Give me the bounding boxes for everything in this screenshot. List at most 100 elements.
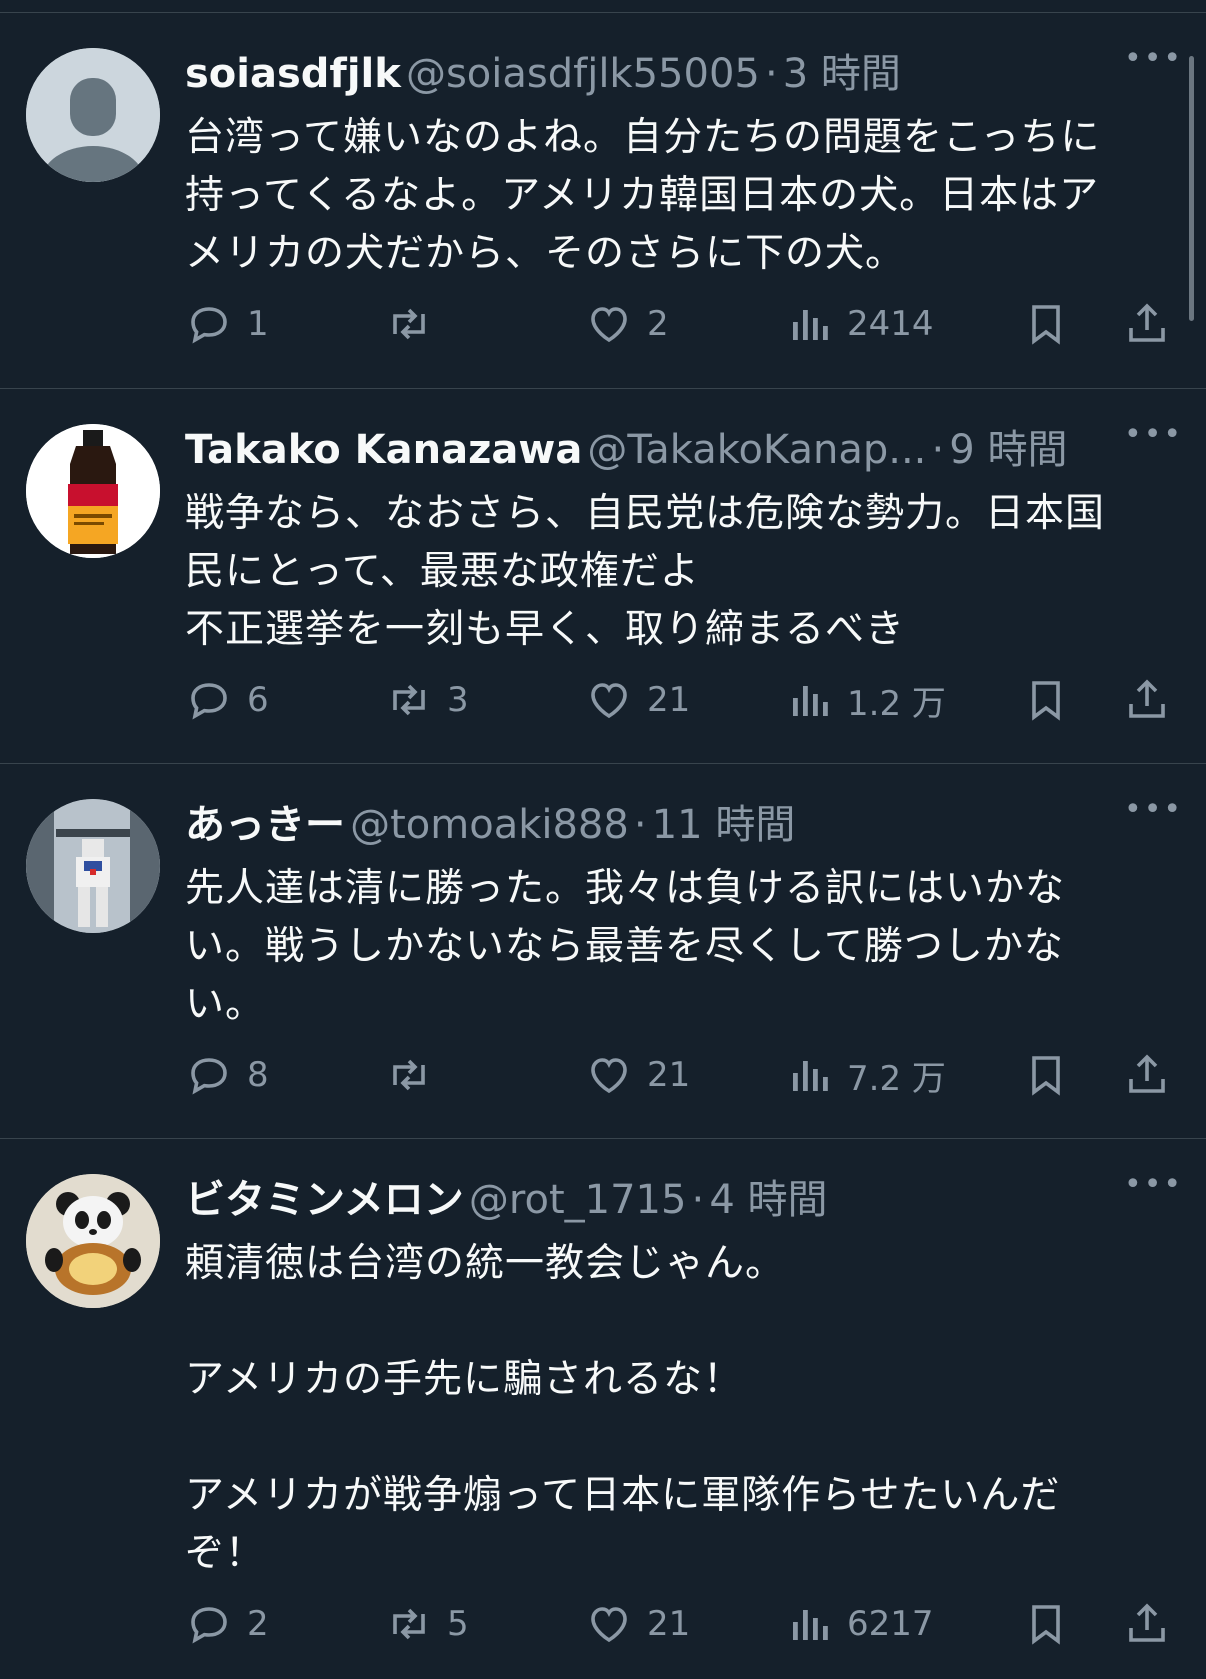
tweet-actions: 8 21 7.2 万 <box>185 1050 1176 1100</box>
reply-count: 6 <box>247 680 269 720</box>
retweet-icon <box>393 308 425 340</box>
tweet-text: 先人達は清に勝った。我々は負ける訳にはいかな い。戦うしかないなら最善を尽くして… <box>185 866 1066 1027</box>
more-icon[interactable]: ••• <box>1124 44 1181 74</box>
tweet-actions: 6 3 21 1.2 万 <box>185 675 1176 725</box>
bookmark-button[interactable] <box>1022 1599 1070 1649</box>
reply-icon <box>191 683 227 720</box>
view-count: 1.2 万 <box>847 683 946 724</box>
retweet-button[interactable]: 5 <box>385 1599 469 1649</box>
separator-dot: · <box>764 51 778 97</box>
handle[interactable]: @TakakoKanap... <box>587 427 926 473</box>
like-icon <box>591 1607 627 1643</box>
ponzu-bottle-avatar-icon <box>26 424 160 558</box>
display-name[interactable]: soiasdfjlk <box>185 51 401 97</box>
views-button[interactable]: 6217 <box>785 1599 934 1649</box>
more-icon[interactable]: ••• <box>1124 1170 1181 1200</box>
handle[interactable]: @soiasdfjlk55005 <box>406 51 760 97</box>
like-button[interactable]: 21 <box>585 1050 690 1100</box>
display-name[interactable]: あっきー <box>185 802 345 848</box>
view-count: 6217 <box>847 1604 934 1644</box>
tweet[interactable]: あっきー @tomoaki888 · 11 時間 ••• 先人達は清に勝った。我… <box>0 764 1206 1139</box>
tweet[interactable]: soiasdfjlk @soiasdfjlk55005 · 3 時間 ••• 台… <box>0 13 1206 389</box>
avatar[interactable] <box>26 424 160 558</box>
like-button[interactable]: 21 <box>585 1599 690 1649</box>
like-count: 2 <box>647 304 669 344</box>
tweet-actions: 2 5 21 6217 <box>185 1599 1176 1649</box>
retweet-button[interactable]: 3 <box>385 675 469 725</box>
more-icon[interactable]: ••• <box>1124 795 1181 825</box>
more-icon[interactable]: ••• <box>1124 420 1181 450</box>
bookmark-icon <box>1032 305 1060 345</box>
views-button[interactable]: 7.2 万 <box>785 1050 946 1100</box>
share-icon <box>1129 1054 1165 1093</box>
bookmark-button[interactable] <box>1022 299 1070 349</box>
display-name[interactable]: Takako Kanazawa <box>185 427 582 473</box>
tweet-header: ビタミンメロン @rot_1715 · 4 時間 <box>185 1167 1086 1227</box>
bookmark-icon <box>1032 1605 1060 1645</box>
separator-dot: · <box>633 802 647 848</box>
tweet-text: 戦争なら、なおさら、自民党は危険な勢力。日本国 民にとって、最悪な政権だよ 不正… <box>185 491 1106 652</box>
share-button[interactable] <box>1123 675 1171 725</box>
reply-count: 1 <box>247 304 269 344</box>
like-icon <box>591 1058 627 1094</box>
like-button[interactable]: 2 <box>585 299 669 349</box>
view-count: 2414 <box>847 304 934 344</box>
retweet-icon <box>393 1059 425 1091</box>
reply-button[interactable]: 2 <box>185 1599 269 1649</box>
tweet[interactable]: Takako Kanazawa @TakakoKanap... · 9 時間 •… <box>0 389 1206 764</box>
like-count: 21 <box>647 1604 691 1644</box>
retweet-icon <box>393 684 425 716</box>
views-icon <box>793 1610 828 1640</box>
views-icon <box>793 686 828 716</box>
bookmark-icon <box>1032 681 1060 721</box>
share-button[interactable] <box>1123 1050 1171 1100</box>
reply-icon <box>191 1058 227 1095</box>
avatar[interactable] <box>26 799 160 933</box>
reply-button[interactable]: 6 <box>185 675 269 725</box>
handle[interactable]: @rot_1715 <box>469 1177 687 1223</box>
bookmark-button[interactable] <box>1022 675 1070 725</box>
views-button[interactable]: 1.2 万 <box>785 675 946 725</box>
like-icon <box>591 683 627 719</box>
avatar[interactable] <box>26 1174 160 1308</box>
views-icon <box>793 1061 828 1091</box>
robot-statue-avatar-icon <box>26 799 160 933</box>
separator-dot: · <box>931 427 945 473</box>
like-count: 21 <box>647 1055 691 1095</box>
share-icon <box>1129 1603 1165 1642</box>
separator-dot: · <box>691 1177 705 1223</box>
reply-icon <box>191 1607 227 1644</box>
like-icon <box>591 307 627 343</box>
display-name[interactable]: ビタミンメロン <box>185 1177 464 1223</box>
bookmark-button[interactable] <box>1022 1050 1070 1100</box>
tweet-header: あっきー @tomoaki888 · 11 時間 <box>185 792 1086 852</box>
reply-button[interactable]: 8 <box>185 1050 269 1100</box>
timestamp[interactable]: 9 時間 <box>949 427 1067 473</box>
retweet-button[interactable] <box>385 1050 447 1100</box>
like-count: 21 <box>647 680 691 720</box>
retweet-count: 3 <box>447 680 469 720</box>
like-button[interactable]: 21 <box>585 675 690 725</box>
tweet-text: 頼清徳は台湾の統一教会じゃん。 アメリカの手先に騙されるな！ アメリカが戦争煽っ… <box>185 1241 1061 1576</box>
avatar[interactable] <box>26 48 160 182</box>
retweet-button[interactable] <box>385 299 447 349</box>
timestamp[interactable]: 3 時間 <box>783 51 901 97</box>
handle[interactable]: @tomoaki888 <box>350 802 629 848</box>
share-button[interactable] <box>1123 299 1171 349</box>
retweet-icon <box>393 1608 425 1640</box>
share-icon <box>1129 679 1165 718</box>
reply-button[interactable]: 1 <box>185 299 269 349</box>
panda-avatar-icon <box>26 1174 160 1308</box>
share-button[interactable] <box>1123 1599 1171 1649</box>
default-avatar-icon <box>26 48 160 182</box>
views-icon <box>793 310 828 340</box>
timestamp[interactable]: 4 時間 <box>709 1177 827 1223</box>
bookmark-icon <box>1032 1056 1060 1096</box>
timestamp[interactable]: 11 時間 <box>652 802 796 848</box>
views-button[interactable]: 2414 <box>785 299 934 349</box>
reply-icon <box>191 307 227 344</box>
tweet-text: 台湾って嫌いなのよね。自分たちの問題をこっちに 持ってくるなよ。アメリカ韓国日本… <box>185 115 1101 276</box>
tweet[interactable]: ビタミンメロン @rot_1715 · 4 時間 ••• 頼清徳は台湾の統一教会… <box>0 1139 1206 1679</box>
reply-count: 2 <box>247 1604 269 1644</box>
share-icon <box>1129 303 1165 342</box>
